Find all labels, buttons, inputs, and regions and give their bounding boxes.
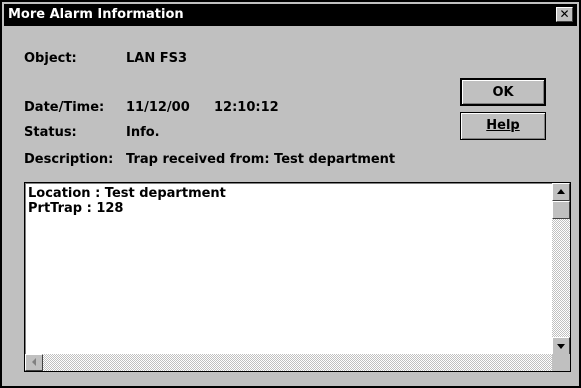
description-label: Description:: [24, 152, 114, 167]
time-value: 12:10:12: [214, 100, 279, 115]
alarm-details-textbox[interactable]: Location : Test department PrtTrap : 128: [24, 182, 571, 372]
status-value: Info.: [126, 125, 160, 140]
arrow-left-icon: [32, 358, 36, 366]
title-bar[interactable]: More Alarm Information ✕: [4, 4, 577, 26]
window-title: More Alarm Information: [8, 7, 184, 22]
help-button[interactable]: Help: [460, 112, 546, 140]
scroll-up-button[interactable]: [552, 183, 570, 201]
arrow-down-icon: [557, 344, 565, 349]
arrow-up-icon: [557, 189, 565, 194]
scrollbar-corner: [552, 354, 570, 371]
object-value: LAN FS3: [126, 51, 188, 66]
object-label: Object:: [24, 51, 77, 66]
close-icon: ✕: [559, 7, 570, 21]
date-value: 11/12/00: [126, 100, 190, 115]
ok-button-label: OK: [492, 85, 514, 100]
vertical-scrollbar[interactable]: [552, 183, 570, 355]
scroll-down-button[interactable]: [552, 337, 570, 355]
status-label: Status:: [24, 125, 77, 140]
more-alarm-information-dialog: More Alarm Information ✕ Object: LAN FS3…: [0, 0, 581, 388]
close-button[interactable]: ✕: [556, 7, 573, 22]
description-value: Trap received from: Test department: [126, 152, 396, 167]
help-button-label: Help: [486, 118, 520, 133]
datetime-label: Date/Time:: [24, 100, 105, 115]
ok-button[interactable]: OK: [460, 78, 546, 106]
horizontal-scrollbar[interactable]: [25, 354, 552, 371]
alarm-details-text: Location : Test department PrtTrap : 128: [28, 186, 226, 216]
horizontal-scroll-track[interactable]: [25, 354, 552, 371]
vertical-scroll-thumb[interactable]: [552, 201, 570, 219]
scroll-left-button[interactable]: [25, 354, 43, 371]
